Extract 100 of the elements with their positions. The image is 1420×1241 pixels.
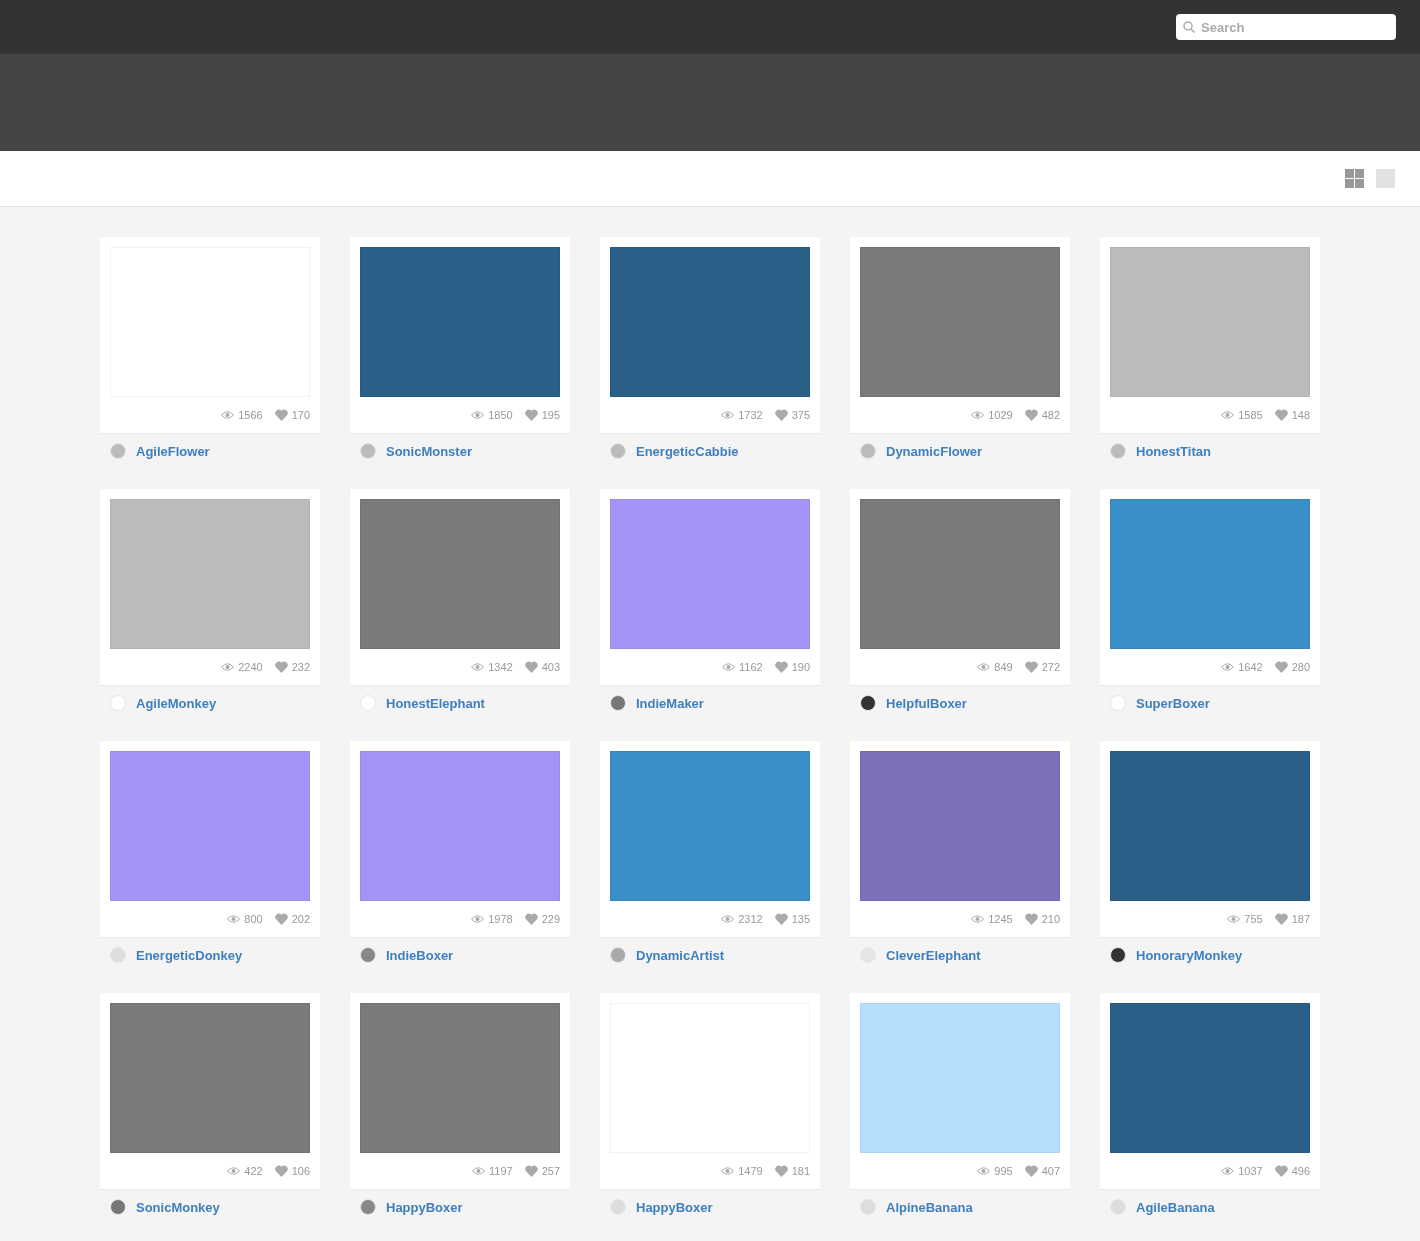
view-count: 849 [994,661,1013,673]
shot-preview[interactable] [860,247,1060,397]
view-count: 1342 [488,661,513,673]
view-count: 1732 [738,409,763,421]
author-link[interactable]: IndieBoxer [386,947,454,963]
author-link[interactable]: IndieMaker [636,695,704,711]
shot-card[interactable]: 995 407 [850,993,1070,1189]
shot-card[interactable]: 1566 170 [100,237,320,433]
author-link[interactable]: HonoraryMonkey [1136,947,1243,963]
like-count: 496 [1291,1165,1310,1177]
shot-preview[interactable] [110,751,310,901]
heart-icon [524,661,538,673]
heart-icon [274,409,288,421]
eye-icon [471,411,485,419]
shot-card[interactable]: 1585 148 [1100,237,1320,433]
shot-card[interactable]: 1978 229 [350,741,570,937]
author-link[interactable]: SuperBoxer [1136,695,1210,711]
author-link[interactable]: HelpfulBoxer [886,695,967,711]
shot-preview[interactable] [610,499,810,649]
author-link[interactable]: HappyBoxer [386,1199,463,1215]
shot-preview[interactable] [860,751,1060,901]
shot-card[interactable]: 1642 280 [1100,489,1320,685]
eye-icon [721,1167,735,1175]
shot-preview[interactable] [860,499,1060,649]
author-link[interactable]: DynamicFlower [886,443,983,459]
shot-preview[interactable] [360,499,560,649]
shot-card[interactable]: 755 187 [1100,741,1320,937]
author-link[interactable]: HappyBoxer [636,1199,713,1215]
like-count: 403 [541,661,560,673]
like-count: 482 [1041,409,1060,421]
eye-icon [221,663,235,671]
shot-preview[interactable] [110,499,310,649]
author-link[interactable]: CleverElephant [886,947,981,963]
shot-card[interactable]: 1850 195 [350,237,570,433]
single-view-button[interactable] [1376,169,1395,188]
author-link[interactable]: AgileMonkey [136,695,217,711]
author-link[interactable]: SonicMonster [386,443,472,459]
shot-preview[interactable] [360,247,560,397]
like-count: 106 [291,1165,310,1177]
shot-card[interactable]: 422 106 [100,993,320,1189]
view-count: 1566 [238,409,263,421]
shot-preview[interactable] [360,751,560,901]
like-count: 202 [291,913,310,925]
shot-card[interactable]: 1732 375 [600,237,820,433]
like-count: 190 [791,661,810,673]
shot-card[interactable]: 1037 496 [1100,993,1320,1189]
eye-icon [471,663,485,671]
heart-icon [1274,409,1288,421]
like-count: 135 [791,913,810,925]
shot-preview[interactable] [1110,499,1310,649]
heart-icon [274,661,288,673]
like-count: 210 [1041,913,1060,925]
eye-icon [722,663,735,671]
author-link[interactable]: HonestElephant [386,695,485,711]
shot-card[interactable]: 2312 135 [600,741,820,937]
shot-card[interactable]: 2240 232 [100,489,320,685]
shot-preview[interactable] [1110,247,1310,397]
eye-icon [721,915,735,923]
view-count: 995 [994,1165,1013,1177]
like-count: 280 [1291,661,1310,673]
eye-icon [971,411,985,419]
shot-preview[interactable] [1110,1003,1310,1153]
author-link[interactable]: EnergeticDonkey [136,947,243,963]
shot-card[interactable]: 849 272 [850,489,1070,685]
author-link[interactable]: HonestTitan [1136,443,1211,459]
author-link[interactable]: EnergeticCabbie [636,443,739,459]
search-icon [1183,21,1195,33]
shot-preview[interactable] [1110,751,1310,901]
shot-card[interactable]: 1162 190 [600,489,820,685]
shot-preview[interactable] [610,751,810,901]
like-count: 407 [1041,1165,1060,1177]
shot-preview[interactable] [610,247,810,397]
view-count: 2240 [238,661,263,673]
shot-preview[interactable] [860,1003,1060,1153]
author-link[interactable]: SonicMonkey [136,1199,220,1215]
view-count: 1029 [988,409,1013,421]
author-link[interactable]: AgileBanana [1136,1199,1215,1215]
view-count: 1245 [988,913,1013,925]
shot-card[interactable]: 800 202 [100,741,320,937]
shot-preview[interactable] [360,1003,560,1153]
search-field[interactable]: Search [1176,14,1396,40]
view-count: 1197 [489,1165,513,1177]
shot-preview[interactable] [110,1003,310,1153]
author-link[interactable]: AlpineBanana [886,1199,973,1215]
shot-card[interactable]: 1245 210 [850,741,1070,937]
shot-card[interactable]: 1197 257 [350,993,570,1189]
author-link[interactable]: DynamicArtist [636,947,725,963]
eye-icon [1221,663,1235,671]
heart-icon [524,409,538,421]
shot-card[interactable]: 1029 482 [850,237,1070,433]
view-count: 422 [244,1165,263,1177]
shot-card[interactable]: 1479 181 [600,993,820,1189]
view-count: 1479 [738,1165,763,1177]
eye-icon [977,1167,991,1175]
heart-icon [274,1165,288,1177]
grid-view-button[interactable] [1345,169,1364,188]
heart-icon [774,661,788,673]
shot-card[interactable]: 1342 403 [350,489,570,685]
like-count: 375 [791,409,810,421]
author-link[interactable]: AgileFlower [136,443,210,459]
